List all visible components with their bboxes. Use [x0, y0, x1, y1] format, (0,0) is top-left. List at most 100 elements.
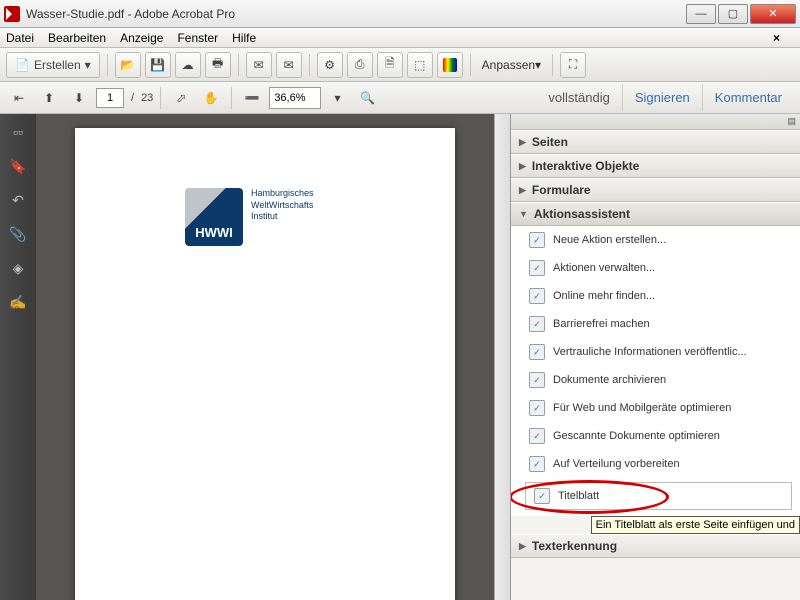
undo-icon[interactable]: ↶	[8, 190, 28, 210]
select-tool[interactable]: ⬀	[168, 85, 194, 111]
action-web-optimieren[interactable]: ✓Für Web und Mobilgeräte optimieren	[511, 394, 800, 422]
share-icon: ✉	[254, 58, 264, 72]
tooltip: Ein Titelblatt als erste Seite einfügen …	[591, 516, 800, 534]
panel-menu-icon[interactable]: ▤	[787, 116, 796, 127]
section-aktionsassistent[interactable]: ▼Aktionsassistent	[511, 202, 800, 226]
zoom-in-icon: 🔍	[360, 91, 375, 105]
action-icon: ✓	[529, 344, 545, 360]
link-kommentar[interactable]: Kommentar	[702, 84, 794, 111]
action-scan-optimieren[interactable]: ✓Gescannte Dokumente optimieren	[511, 422, 800, 450]
hwwi-logo: HWWI Hamburgisches WeltWirtschafts Insti…	[185, 188, 314, 246]
thumbnails-icon[interactable]: ▫▫	[8, 122, 28, 142]
create-label: Erstellen	[34, 58, 81, 72]
doc-icon: 🗎	[385, 54, 395, 75]
tool-button-3[interactable]: 🗎	[377, 52, 403, 78]
action-online[interactable]: ✓Online mehr finden...	[511, 282, 800, 310]
expand-icon: ⛶	[569, 57, 577, 72]
vertical-scrollbar[interactable]	[494, 114, 510, 600]
customize-button[interactable]: Anpassen ▾	[478, 52, 545, 78]
doc-close-button[interactable]: ×	[773, 31, 780, 45]
layers-icon[interactable]: ◈	[8, 258, 28, 278]
gear-icon: ⚙	[324, 58, 335, 72]
page-total: 23	[141, 92, 153, 104]
tool-button-4[interactable]: ⬚	[407, 52, 433, 78]
app-icon	[4, 6, 20, 22]
create-button[interactable]: 📄 Erstellen ▾	[6, 52, 100, 78]
action-barrierefrei[interactable]: ✓Barrierefrei machen	[511, 310, 800, 338]
menu-hilfe[interactable]: Hilfe	[232, 31, 256, 45]
print-button[interactable]: 🖶	[205, 52, 231, 78]
cursor-icon: ⬀	[176, 91, 186, 105]
zoom-dropdown[interactable]: ▾	[325, 85, 351, 111]
zoom-select[interactable]: 36,6%	[269, 87, 320, 109]
menu-bearbeiten[interactable]: Bearbeiten	[48, 31, 106, 45]
toolbar-nav: ⇤ ⬆ ⬇ / 23 ⬀ ✋ ➖ 36,6% ▾ 🔍 vollständig S…	[0, 82, 800, 114]
zoom-out-icon: ➖	[245, 91, 260, 105]
link-signieren[interactable]: Signieren	[622, 84, 702, 111]
save-icon: 💾	[150, 58, 165, 72]
action-icon: ✓	[529, 288, 545, 304]
main-area: ▫▫ 🔖 ↶ 📎 ◈ ✍ HWWI Hamburgisches WeltWirt…	[0, 114, 800, 600]
page-next-button[interactable]: ⬇	[66, 85, 92, 111]
menu-anzeige[interactable]: Anzeige	[120, 31, 163, 45]
action-archivieren[interactable]: ✓Dokumente archivieren	[511, 366, 800, 394]
menu-fenster[interactable]: Fenster	[177, 31, 218, 45]
cloud-button[interactable]: ☁	[175, 52, 201, 78]
page-number-input[interactable]	[96, 88, 124, 108]
maximize-button[interactable]: ▢	[718, 4, 748, 24]
tool-button-2[interactable]: ⎙	[347, 52, 373, 78]
save-button[interactable]: 💾	[145, 52, 171, 78]
section-formulare[interactable]: ▶Formulare	[511, 178, 800, 202]
section-texterkennung[interactable]: ▶Texterkennung	[511, 534, 800, 558]
fullscreen-button[interactable]: ⛶	[560, 52, 586, 78]
email-button[interactable]: ✉	[276, 52, 302, 78]
document-viewport[interactable]: HWWI Hamburgisches WeltWirtschafts Insti…	[36, 114, 494, 600]
action-vertraulich[interactable]: ✓Vertrauliche Informationen veröffentlic…	[511, 338, 800, 366]
action-icon: ✓	[529, 232, 545, 248]
zoom-out-button[interactable]: ➖	[239, 85, 265, 111]
window-title: Wasser-Studie.pdf - Adobe Acrobat Pro	[26, 7, 684, 21]
action-titelblatt[interactable]: ✓Titelblatt	[525, 482, 792, 510]
cloud-icon: ☁	[182, 58, 194, 72]
select-icon: ⬚	[414, 58, 425, 72]
logo-mark: HWWI	[185, 188, 243, 246]
aktion-body: ✓Neue Aktion erstellen... ✓Aktionen verw…	[511, 226, 800, 516]
hand-icon: ✋	[204, 91, 219, 105]
tools-panel: ▤ ▶Seiten ▶Interaktive Objekte ▶Formular…	[510, 114, 800, 600]
action-icon: ✓	[529, 372, 545, 388]
arrow-right-icon: ▶	[519, 161, 526, 172]
link-vollstaendig[interactable]: vollständig	[536, 84, 621, 111]
menu-datei[interactable]: Datei	[6, 31, 34, 45]
page-prev-button[interactable]: ⬆	[36, 85, 62, 111]
arrow-right-icon: ▶	[519, 541, 526, 552]
zoom-in-button[interactable]: 🔍	[355, 85, 381, 111]
close-button[interactable]: ✕	[750, 4, 796, 24]
action-icon: ✓	[529, 260, 545, 276]
action-verteilung[interactable]: ✓Auf Verteilung vorbereiten	[511, 450, 800, 478]
tool-button-5[interactable]	[437, 52, 463, 78]
open-button[interactable]: 📂	[115, 52, 141, 78]
action-icon: ✓	[529, 456, 545, 472]
tool-button-1[interactable]: ⚙	[317, 52, 343, 78]
window-titlebar: Wasser-Studie.pdf - Adobe Acrobat Pro — …	[0, 0, 800, 28]
envelope-icon: ✉	[284, 58, 294, 72]
chevron-down-icon: ▾	[85, 58, 91, 72]
zoom-value: 36,6%	[274, 92, 305, 104]
page-first-button[interactable]: ⇤	[6, 85, 32, 111]
action-verwalten[interactable]: ✓Aktionen verwalten...	[511, 254, 800, 282]
pdf-page: HWWI Hamburgisches WeltWirtschafts Insti…	[75, 128, 455, 600]
signature-icon[interactable]: ✍	[8, 292, 28, 312]
attachment-icon[interactable]: 📎	[8, 224, 28, 244]
down-icon: ⬇	[74, 91, 84, 105]
section-seiten[interactable]: ▶Seiten	[511, 130, 800, 154]
action-neue-aktion[interactable]: ✓Neue Aktion erstellen...	[511, 226, 800, 254]
hand-tool[interactable]: ✋	[198, 85, 224, 111]
action-icon: ✓	[534, 488, 550, 504]
section-interaktive[interactable]: ▶Interaktive Objekte	[511, 154, 800, 178]
panel-strip: ▤	[511, 114, 800, 130]
chevron-down-icon: ▾	[335, 91, 341, 105]
share-button[interactable]: ✉	[246, 52, 272, 78]
bookmark-icon[interactable]: 🔖	[8, 156, 28, 176]
minimize-button[interactable]: —	[686, 4, 716, 24]
toolbar-main: 📄 Erstellen ▾ 📂 💾 ☁ 🖶 ✉ ✉ ⚙ ⎙ 🗎 ⬚ Anpass…	[0, 48, 800, 82]
